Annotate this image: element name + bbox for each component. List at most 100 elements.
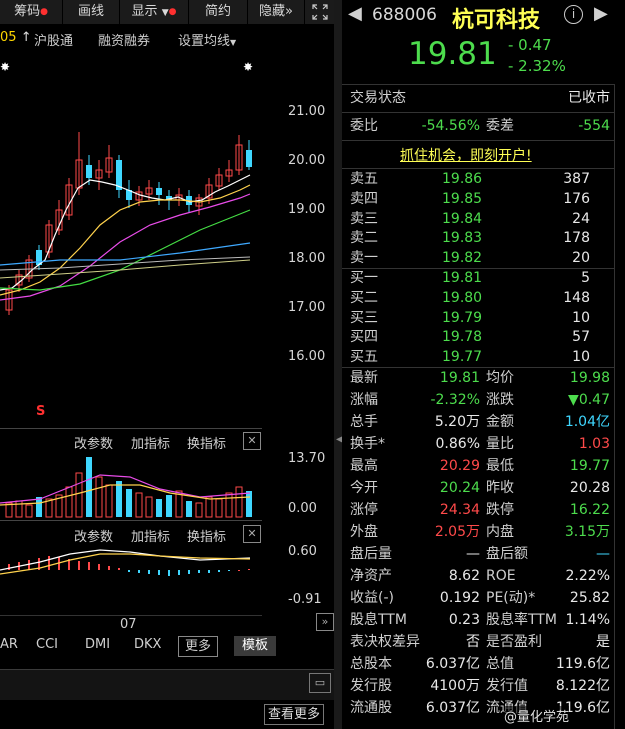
stat-value: 2.22% <box>565 568 610 584</box>
stat-value: 是 <box>596 634 610 650</box>
stock-name: 杭可科技 <box>452 8 541 33</box>
vol-change-params[interactable]: 改参数 <box>74 433 113 452</box>
display-label: 显示 <box>131 4 158 19</box>
stat-value: 2.05万 <box>434 524 480 540</box>
indicator-tab-ar[interactable]: AR <box>0 637 18 652</box>
stat-value: 5.20万 <box>434 414 480 430</box>
simple-button[interactable]: 简约 <box>189 0 248 24</box>
indicator-tab-more[interactable]: 更多 <box>178 636 219 657</box>
stat-value: 0.192 <box>439 590 480 606</box>
stat-label: 换手* <box>350 436 385 452</box>
stat-row: 最新 19.81 均价 19.98 <box>350 368 610 389</box>
indicator-tab-dkx[interactable]: DKX <box>134 637 161 652</box>
order-level: 卖二 <box>350 230 378 247</box>
volume-bar <box>156 499 162 517</box>
indicator-tab-template[interactable]: 模板 <box>234 636 277 656</box>
vol-axis-top: 13.70 <box>288 451 326 466</box>
volume-chart <box>0 457 252 518</box>
display-button[interactable]: 显示 ▼● <box>120 0 189 24</box>
price-axis-label: 18.00 <box>288 251 326 266</box>
volume-bar <box>195 502 203 518</box>
stat-label: 最高 <box>350 458 378 474</box>
order-row-sell_orders[interactable]: 卖五 19.86 387 <box>350 170 610 189</box>
double-chevron-right-icon[interactable]: » <box>316 613 334 631</box>
order-row-buy_orders[interactable]: 买三 19.79 10 <box>350 309 610 328</box>
volume-bar <box>25 504 33 518</box>
stat-label: 今开 <box>350 480 378 496</box>
macd-bar <box>188 570 190 574</box>
vol-switch-indicator[interactable]: 换指标 <box>187 433 226 452</box>
stat-row: 总手 5.20万 金额 1.04亿 <box>350 412 610 433</box>
info-icon[interactable]: i <box>564 5 583 24</box>
chart-panel[interactable]: 筹码● 画线 显示 ▼● 简约 隐藏» 05 ↑ 沪股通 融资融券 设置均线▼ … <box>0 0 335 729</box>
vol-add-indicator[interactable]: 加指标 <box>131 433 170 452</box>
stat-value: 119.6亿 <box>555 656 610 672</box>
stat-value: 1.03 <box>578 436 610 452</box>
stat-value: 8.62 <box>448 568 480 584</box>
view-more-button[interactable]: 查看更多 <box>264 704 325 725</box>
stat-value: — <box>466 546 480 562</box>
order-row-sell_orders[interactable]: 卖三 19.84 24 <box>350 210 610 229</box>
stock-code: 688006 <box>372 5 437 25</box>
order-level: 卖五 <box>350 171 378 187</box>
order-row-buy_orders[interactable]: 买二 19.80 148 <box>350 289 610 308</box>
indicator-tab-cci[interactable]: CCI <box>36 637 58 652</box>
panel-divider <box>0 428 262 429</box>
price-axis-label: 20.00 <box>288 153 326 168</box>
stat-value: 19.98 <box>569 370 610 386</box>
macd-bar <box>238 570 240 571</box>
order-qty: 148 <box>563 289 590 306</box>
order-price: 19.84 <box>442 210 483 227</box>
stat-label: 涨停 <box>350 502 378 518</box>
stat-row: 流通股6.037亿流通值119.6亿 <box>350 698 610 719</box>
candlestick-chart[interactable] <box>0 60 262 425</box>
divider <box>342 84 614 85</box>
wb-value: -54.56% <box>421 118 480 134</box>
volume-bar <box>246 491 252 517</box>
order-row-buy_orders[interactable]: 买一 19.81 5 <box>350 269 610 288</box>
order-row-sell_orders[interactable]: 卖二 19.83 178 <box>350 229 610 248</box>
order-price: 19.77 <box>442 349 483 366</box>
macd-axis-top: 0.60 <box>288 544 317 559</box>
nav-next-icon[interactable]: ▶ <box>594 3 608 24</box>
draw-line-button[interactable]: 画线 <box>63 0 120 24</box>
order-row-buy_orders[interactable]: 买四 19.78 57 <box>350 328 610 347</box>
macd-bar <box>8 564 10 570</box>
chip-button[interactable]: 筹码● <box>0 0 63 24</box>
order-price: 19.80 <box>442 289 483 306</box>
divider <box>342 112 614 113</box>
macd-bar <box>118 568 120 570</box>
period-partial: 05 ↑ <box>0 30 32 45</box>
order-row-sell_orders[interactable]: 卖四 19.85 176 <box>350 190 610 209</box>
margin-tab[interactable]: 融资融券 <box>98 30 150 49</box>
indicator-tab-dmi[interactable]: DMI <box>85 637 110 652</box>
stat-value: 0.23 <box>448 612 480 628</box>
stat-value: 16.22 <box>569 502 610 518</box>
ma-settings-tab[interactable]: 设置均线▼ <box>178 30 236 49</box>
panel-splitter[interactable] <box>334 0 342 729</box>
macd-bar <box>158 570 160 575</box>
macd-bar <box>208 570 210 573</box>
trade-status-row: 交易状态 已收市 <box>350 88 610 109</box>
order-row-sell_orders[interactable]: 卖一 19.82 20 <box>350 249 610 268</box>
close-icon[interactable]: ✕ <box>243 432 261 450</box>
hide-button[interactable]: 隐藏» <box>248 0 305 24</box>
macd-bar <box>108 566 110 570</box>
stat-row: 最高 20.29 最低 19.77 <box>350 456 610 477</box>
fullscreen-button[interactable] <box>305 0 335 24</box>
open-account-link[interactable]: 抓住机会，即刻开户! <box>400 145 532 165</box>
order-row-buy_orders[interactable]: 买五 19.77 10 <box>350 348 610 367</box>
stat-label: 是否盈利 <box>486 634 542 650</box>
order-qty: 10 <box>572 349 590 366</box>
stat-value: 3.15万 <box>564 524 610 540</box>
candle-body <box>156 188 162 195</box>
nav-prev-icon[interactable]: ◀ <box>348 3 362 24</box>
stat-label: 金额 <box>486 414 514 430</box>
price-change: - 0.47 <box>508 36 552 54</box>
stat-row: 涨幅 -2.32% 涨跌 ▼0.47 <box>350 390 610 411</box>
minimize-panel-icon[interactable]: ▭ <box>309 673 331 693</box>
hsgt-tab[interactable]: 沪股通 <box>34 30 73 49</box>
macd-bar <box>48 556 50 570</box>
stat-value: 19.77 <box>569 458 610 474</box>
stat-label: 量比 <box>486 436 514 452</box>
